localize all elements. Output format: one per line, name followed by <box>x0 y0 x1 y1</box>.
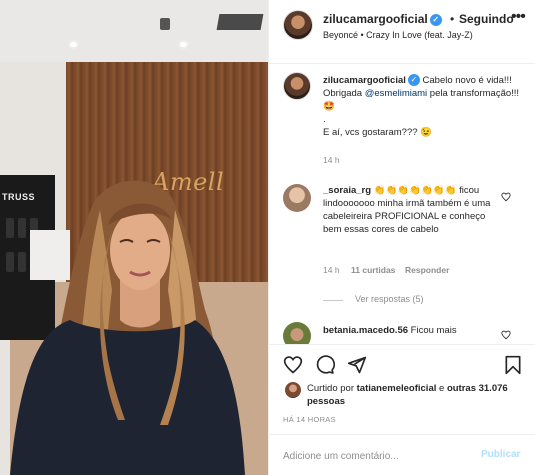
caption-avatar[interactable] <box>283 72 311 100</box>
caption-line: . <box>323 114 326 125</box>
reply-button[interactable]: Responder <box>405 265 449 275</box>
action-bar <box>269 344 535 384</box>
face <box>110 210 170 290</box>
author-name[interactable]: zilucamargooficial <box>323 12 428 26</box>
comment-username[interactable]: betania.macedo.56 <box>323 325 408 336</box>
view-replies-button[interactable]: Ver respostas (5) <box>355 294 424 304</box>
ceiling <box>0 0 268 62</box>
replies-divider <box>323 300 343 301</box>
audio-track-link[interactable]: Beyoncé • Crazy In Love (feat. Jay-Z) <box>323 30 473 40</box>
liker-avatar[interactable] <box>285 382 301 398</box>
add-comment-bar: Publicar <box>269 434 535 475</box>
comment-text: Ficou mais <box>410 325 457 336</box>
woman-figure <box>10 180 245 475</box>
air-vent <box>216 14 264 30</box>
comment-icon[interactable] <box>315 355 335 375</box>
post-media[interactable]: TRUSS Amell <box>0 0 268 475</box>
caption-username[interactable]: zilucamargooficial <box>323 75 406 86</box>
caption-time: 14 h <box>323 155 340 165</box>
caption: zilucamargooficial ✓ Cabelo novo é vida!!… <box>323 74 523 139</box>
comment-avatar[interactable] <box>283 322 311 344</box>
verified-icon: ✓ <box>407 74 420 87</box>
comment: betania.macedo.56 Ficou mais <box>323 324 503 337</box>
post-header: zilucamargooficial ✓ • Seguindo Beyoncé •… <box>269 0 535 64</box>
ceiling-light <box>70 42 77 47</box>
comment: _soraia_rg 👏👏👏👏👏👏👏 ficou lindooooooo min… <box>323 184 503 236</box>
liked-prefix: Curtido por <box>307 383 357 394</box>
bookmark-icon[interactable] <box>503 355 523 375</box>
more-options-icon[interactable]: ••• <box>511 8 526 26</box>
ceiling-light <box>180 42 187 47</box>
comment-likes[interactable]: 11 curtidas <box>351 265 395 275</box>
send-icon[interactable] <box>347 355 367 375</box>
liked-by-text: Curtido por tatianemeleoficial e outras … <box>307 382 517 408</box>
separator-dot: • <box>450 12 455 26</box>
comment-avatar[interactable] <box>283 184 311 212</box>
author-avatar[interactable] <box>283 10 313 40</box>
comment-time: 14 h <box>323 265 340 275</box>
post-panel: zilucamargooficial ✓ • Seguindo Beyoncé •… <box>268 0 535 475</box>
comment-like-icon[interactable] <box>501 192 511 202</box>
liked-connector: e <box>436 383 447 394</box>
publish-button[interactable]: Publicar <box>481 449 520 460</box>
verified-icon: ✓ <box>429 13 442 26</box>
comment-like-icon[interactable] <box>501 330 511 340</box>
post-timestamp[interactable]: HÁ 14 HORAS <box>283 415 336 424</box>
liker-username[interactable]: tatianemeleoficial <box>357 383 437 394</box>
comment-username[interactable]: _soraia_rg <box>323 185 371 196</box>
mention-link[interactable]: @esmelimiami <box>365 88 427 99</box>
author-username[interactable]: zilucamargooficial ✓ <box>323 12 442 26</box>
comment-input[interactable] <box>283 447 473 465</box>
heart-icon[interactable] <box>283 355 303 375</box>
instagram-post: TRUSS Amell zilucamargooficial ✓ • Segui… <box>0 0 535 475</box>
top <box>10 320 245 475</box>
caption-question: E aí, vcs gostaram??? 😉 <box>323 127 432 138</box>
following-button[interactable]: Seguindo <box>459 12 514 26</box>
comments-list[interactable]: zilucamargooficial ✓ Cabelo novo é vida!!… <box>269 64 535 344</box>
security-camera <box>160 18 170 30</box>
